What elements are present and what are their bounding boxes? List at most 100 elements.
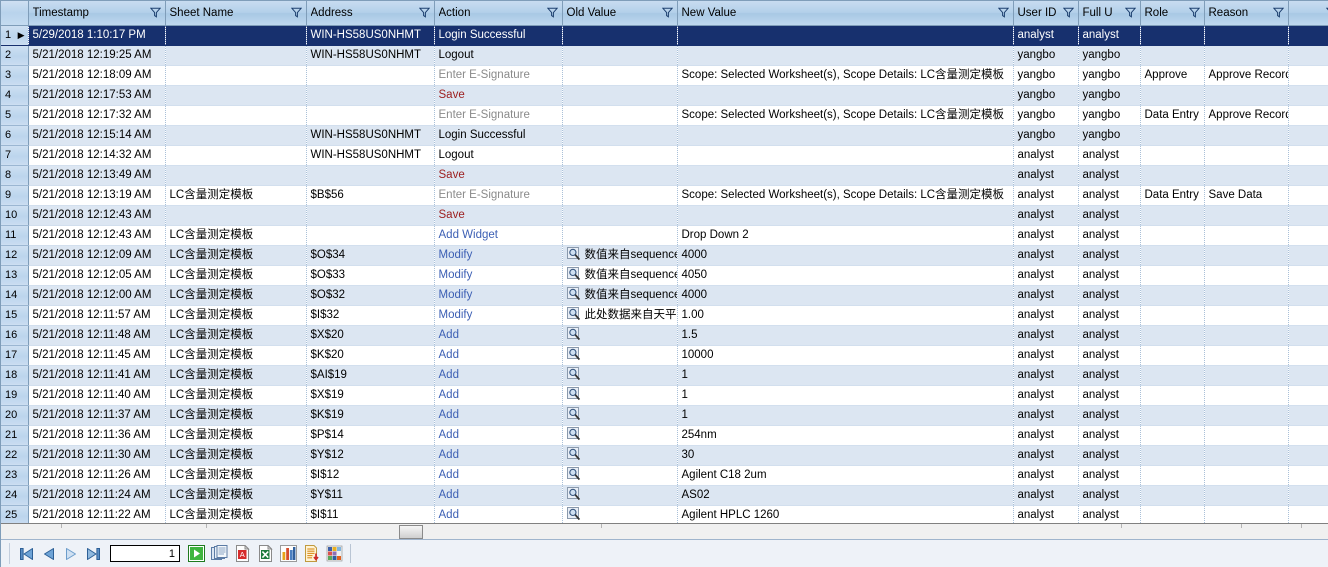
cell-userid[interactable]: analyst <box>1013 465 1078 485</box>
cell-reason[interactable] <box>1204 225 1288 245</box>
cell-extra[interactable] <box>1288 325 1328 345</box>
cell-userid[interactable]: analyst <box>1013 345 1078 365</box>
cell-timestamp[interactable]: 5/21/2018 12:11:26 AM <box>28 465 165 485</box>
cell-address[interactable] <box>306 65 434 85</box>
cell-reason[interactable] <box>1204 505 1288 523</box>
cell-role[interactable] <box>1140 25 1204 45</box>
cell-role[interactable] <box>1140 465 1204 485</box>
export-document-button[interactable] <box>300 543 322 564</box>
old-value-magnifier[interactable] <box>567 406 585 424</box>
cell-oldvalue[interactable] <box>562 145 677 165</box>
cell-extra[interactable] <box>1288 245 1328 265</box>
table-row[interactable]: 245/21/2018 12:11:24 AMLC含量测定模板$Y$11AddA… <box>1 485 1328 505</box>
cell-role[interactable] <box>1140 125 1204 145</box>
cell-role[interactable] <box>1140 305 1204 325</box>
cell-newvalue[interactable] <box>677 205 1013 225</box>
cell-extra[interactable] <box>1288 385 1328 405</box>
column-header-sheet[interactable]: Sheet Name <box>165 1 306 25</box>
cell-extra[interactable] <box>1288 145 1328 165</box>
horizontal-scrollbar[interactable] <box>1 523 1328 539</box>
cell-fulluser[interactable]: analyst <box>1078 465 1140 485</box>
cell-address[interactable]: $Y$11 <box>306 485 434 505</box>
cell-oldvalue[interactable] <box>562 45 677 65</box>
table-row[interactable]: 185/21/2018 12:11:41 AMLC含量测定模板$AI$19Add… <box>1 365 1328 385</box>
cell-oldvalue[interactable] <box>562 385 677 405</box>
row-header[interactable]: 2 <box>1 45 28 65</box>
cell-timestamp[interactable]: 5/21/2018 12:11:45 AM <box>28 345 165 365</box>
cell-address[interactable]: WIN-HS58US0NHMT <box>306 125 434 145</box>
row-header[interactable]: 19 <box>1 385 28 405</box>
cell-action[interactable]: Add <box>434 365 562 385</box>
cell-userid[interactable]: analyst <box>1013 285 1078 305</box>
cell-newvalue[interactable]: Agilent C18 2um <box>677 465 1013 485</box>
cell-userid[interactable]: analyst <box>1013 405 1078 425</box>
filter-button-role[interactable] <box>1189 7 1200 18</box>
table-row[interactable]: 95/21/2018 12:13:19 AMLC含量测定模板$B$56Enter… <box>1 185 1328 205</box>
cell-role[interactable] <box>1140 425 1204 445</box>
cell-extra[interactable] <box>1288 425 1328 445</box>
cell-timestamp[interactable]: 5/21/2018 12:11:48 AM <box>28 325 165 345</box>
cell-sheet[interactable]: LC含量测定模板 <box>165 445 306 465</box>
cell-action[interactable]: Modify <box>434 305 562 325</box>
cell-address[interactable] <box>306 105 434 125</box>
grid-scroll-container[interactable]: TimestampSheet NameAddressActionOld Valu… <box>1 1 1328 523</box>
cell-reason[interactable]: Approve Record <box>1204 105 1288 125</box>
cell-newvalue[interactable] <box>677 125 1013 145</box>
cell-extra[interactable] <box>1288 125 1328 145</box>
cell-extra[interactable] <box>1288 305 1328 325</box>
cell-userid[interactable]: analyst <box>1013 385 1078 405</box>
cell-userid[interactable]: analyst <box>1013 245 1078 265</box>
cell-oldvalue[interactable] <box>562 445 677 465</box>
filter-button-newvalue[interactable] <box>998 7 1009 18</box>
old-value-magnifier[interactable] <box>567 506 585 523</box>
row-header[interactable]: 12 <box>1 245 28 265</box>
filter-button-fulluser[interactable] <box>1125 7 1136 18</box>
cell-reason[interactable] <box>1204 365 1288 385</box>
cell-newvalue[interactable]: Agilent HPLC 1260 <box>677 505 1013 523</box>
table-row[interactable]: 105/21/2018 12:12:43 AMSaveanalystanalys… <box>1 205 1328 225</box>
old-value-magnifier[interactable] <box>567 326 585 344</box>
last-page-button[interactable] <box>82 543 104 564</box>
cell-fulluser[interactable]: analyst <box>1078 165 1140 185</box>
cell-fulluser[interactable]: yangbo <box>1078 45 1140 65</box>
cell-timestamp[interactable]: 5/21/2018 12:15:14 AM <box>28 125 165 145</box>
cell-role[interactable] <box>1140 505 1204 523</box>
row-header[interactable]: 7 <box>1 145 28 165</box>
scrollbar-thumb[interactable] <box>399 525 423 539</box>
cell-newvalue[interactable] <box>677 85 1013 105</box>
cell-role[interactable]: Data Entry <box>1140 185 1204 205</box>
cell-timestamp[interactable]: 5/21/2018 12:11:22 AM <box>28 505 165 523</box>
cell-timestamp[interactable]: 5/21/2018 12:18:09 AM <box>28 65 165 85</box>
cell-fulluser[interactable]: analyst <box>1078 245 1140 265</box>
column-header-newvalue[interactable]: New Value <box>677 1 1013 25</box>
cell-reason[interactable] <box>1204 405 1288 425</box>
cell-timestamp[interactable]: 5/21/2018 12:11:30 AM <box>28 445 165 465</box>
row-header[interactable]: 9 <box>1 185 28 205</box>
row-header[interactable]: 1▶ <box>1 25 28 45</box>
row-header[interactable]: 22 <box>1 445 28 465</box>
cell-action[interactable]: Add <box>434 405 562 425</box>
cell-newvalue[interactable]: 4000 <box>677 245 1013 265</box>
cell-userid[interactable]: yangbo <box>1013 45 1078 65</box>
cell-userid[interactable]: analyst <box>1013 485 1078 505</box>
cell-fulluser[interactable]: yangbo <box>1078 105 1140 125</box>
cell-action[interactable]: Save <box>434 165 562 185</box>
cell-address[interactable]: $P$14 <box>306 425 434 445</box>
cell-fulluser[interactable]: analyst <box>1078 405 1140 425</box>
row-header[interactable]: 15 <box>1 305 28 325</box>
cell-address[interactable]: WIN-HS58US0NHMT <box>306 45 434 65</box>
cell-fulluser[interactable]: analyst <box>1078 145 1140 165</box>
cell-oldvalue[interactable] <box>562 505 677 523</box>
column-header-address[interactable]: Address <box>306 1 434 25</box>
cell-fulluser[interactable]: analyst <box>1078 305 1140 325</box>
cell-userid[interactable]: analyst <box>1013 425 1078 445</box>
cell-address[interactable]: $O$34 <box>306 245 434 265</box>
cell-sheet[interactable]: LC含量测定模板 <box>165 245 306 265</box>
table-row[interactable]: 75/21/2018 12:14:32 AMWIN-HS58US0NHMTLog… <box>1 145 1328 165</box>
cell-extra[interactable] <box>1288 485 1328 505</box>
row-header[interactable]: 20 <box>1 405 28 425</box>
cell-userid[interactable]: yangbo <box>1013 65 1078 85</box>
cell-address[interactable]: $I$11 <box>306 505 434 523</box>
column-header-action[interactable]: Action <box>434 1 562 25</box>
cell-newvalue[interactable]: Scope: Selected Worksheet(s), Scope Deta… <box>677 65 1013 85</box>
